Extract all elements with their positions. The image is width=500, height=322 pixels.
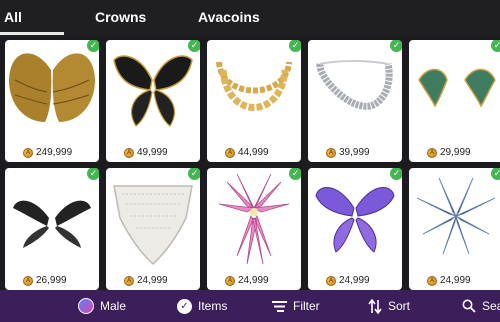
gold-chain-necklace-image — [216, 61, 292, 111]
item-card[interactable]: ✓ A 29,999 — [409, 40, 500, 162]
tab-all[interactable]: All — [4, 9, 22, 25]
tab-crowns[interactable]: Crowns — [95, 9, 146, 25]
item-price: A 24,999 — [427, 274, 471, 287]
avacoin-icon: A — [326, 147, 336, 158]
avacoin-icon: A — [326, 275, 336, 286]
avacoin-icon: A — [124, 147, 134, 158]
purple-fairy-wings-image — [315, 187, 395, 253]
price-value: 24,999 — [137, 275, 168, 286]
avacoin-icon: A — [427, 275, 437, 286]
check-icon: ✓ — [491, 40, 500, 52]
price-value: 26,999 — [36, 275, 67, 286]
sort-icon — [368, 298, 382, 314]
gender-label: Male — [100, 299, 127, 313]
item-card[interactable]: ✓ A 26,999 — [5, 168, 99, 290]
check-icon: ✓ — [87, 40, 99, 52]
avacoin-icon: A — [225, 275, 235, 286]
check-icon: ✓ — [289, 168, 301, 180]
item-card[interactable]: ✓ A 49,999 — [106, 40, 200, 162]
tab-avacoins[interactable]: Avacoins — [198, 9, 260, 25]
check-icon: ✓ — [390, 168, 402, 180]
black-crystal-wings-image — [416, 177, 496, 255]
shop-screen: All Crowns Avacoins ✓ A 249,999 ✓ A 49,9… — [0, 0, 500, 322]
item-card[interactable]: ✓ A 24,999 — [106, 168, 200, 290]
check-icon: ✓ — [188, 40, 200, 52]
active-tab-indicator — [0, 32, 64, 35]
item-price: A 26,999 — [23, 274, 67, 287]
filter-icon — [272, 300, 287, 312]
search-button[interactable]: Sear — [462, 298, 500, 314]
item-card[interactable]: ✓ A 24,999 — [409, 168, 500, 290]
gender-button[interactable]: Male — [78, 298, 126, 314]
sort-button[interactable]: Sort — [368, 298, 410, 314]
black-mini-wings-image — [13, 200, 91, 248]
bottom-toolbar: Male ✓ Items Filter Sort Se — [0, 290, 500, 322]
filter-button[interactable]: Filter — [272, 298, 320, 314]
avacoin-icon: A — [23, 275, 33, 286]
price-value: 29,999 — [440, 147, 471, 158]
price-value: 39,999 — [339, 147, 370, 158]
avacoin-icon: A — [225, 147, 235, 158]
filter-label: Filter — [293, 299, 320, 313]
search-icon — [462, 299, 476, 313]
check-icon: ✓ — [491, 168, 500, 180]
avacoin-icon: A — [427, 147, 437, 158]
black-gold-butterfly-wings-image — [113, 55, 193, 127]
items-button[interactable]: ✓ Items — [177, 298, 227, 314]
price-value: 49,999 — [137, 147, 168, 158]
category-tabs: All Crowns Avacoins — [0, 0, 500, 36]
search-label: Sear — [482, 299, 500, 313]
green-gold-wing-earrings-image — [418, 68, 496, 108]
check-icon: ✓ — [289, 40, 301, 52]
item-card[interactable]: ✓ A 24,999 — [207, 168, 301, 290]
price-value: 24,999 — [339, 275, 370, 286]
items-label: Items — [198, 299, 228, 313]
check-circle-icon: ✓ — [177, 298, 192, 314]
item-card[interactable]: ✓ A 249,999 — [5, 40, 99, 162]
price-value: 24,999 — [238, 275, 269, 286]
price-value: 44,999 — [238, 147, 269, 158]
check-icon: ✓ — [188, 168, 200, 180]
white-lace-collar-image — [113, 185, 193, 266]
item-price: A 24,999 — [326, 274, 370, 287]
avacoin-icon: A — [23, 147, 33, 158]
item-price: A 49,999 — [124, 146, 168, 159]
item-price: A 24,999 — [225, 274, 269, 287]
silver-chain-necklace-image — [316, 60, 393, 110]
item-price: A 29,999 — [427, 146, 471, 159]
item-price: A 24,999 — [124, 274, 168, 287]
check-icon: ✓ — [390, 40, 402, 52]
male-avatar-icon — [78, 298, 94, 314]
item-price: A 39,999 — [326, 146, 370, 159]
price-value: 249,999 — [36, 147, 73, 158]
item-price: A 249,999 — [23, 146, 72, 159]
sort-label: Sort — [388, 299, 411, 313]
golden-feather-wings-image — [9, 53, 95, 122]
item-card[interactable]: ✓ A 44,999 — [207, 40, 301, 162]
item-price: A 44,999 — [225, 146, 269, 159]
check-icon: ✓ — [87, 168, 99, 180]
price-value: 24,999 — [440, 275, 471, 286]
pink-petal-wings-image — [218, 173, 290, 265]
avacoin-icon: A — [124, 275, 134, 286]
item-card[interactable]: ✓ A 39,999 — [308, 40, 402, 162]
item-card[interactable]: ✓ A 24,999 — [308, 168, 402, 290]
